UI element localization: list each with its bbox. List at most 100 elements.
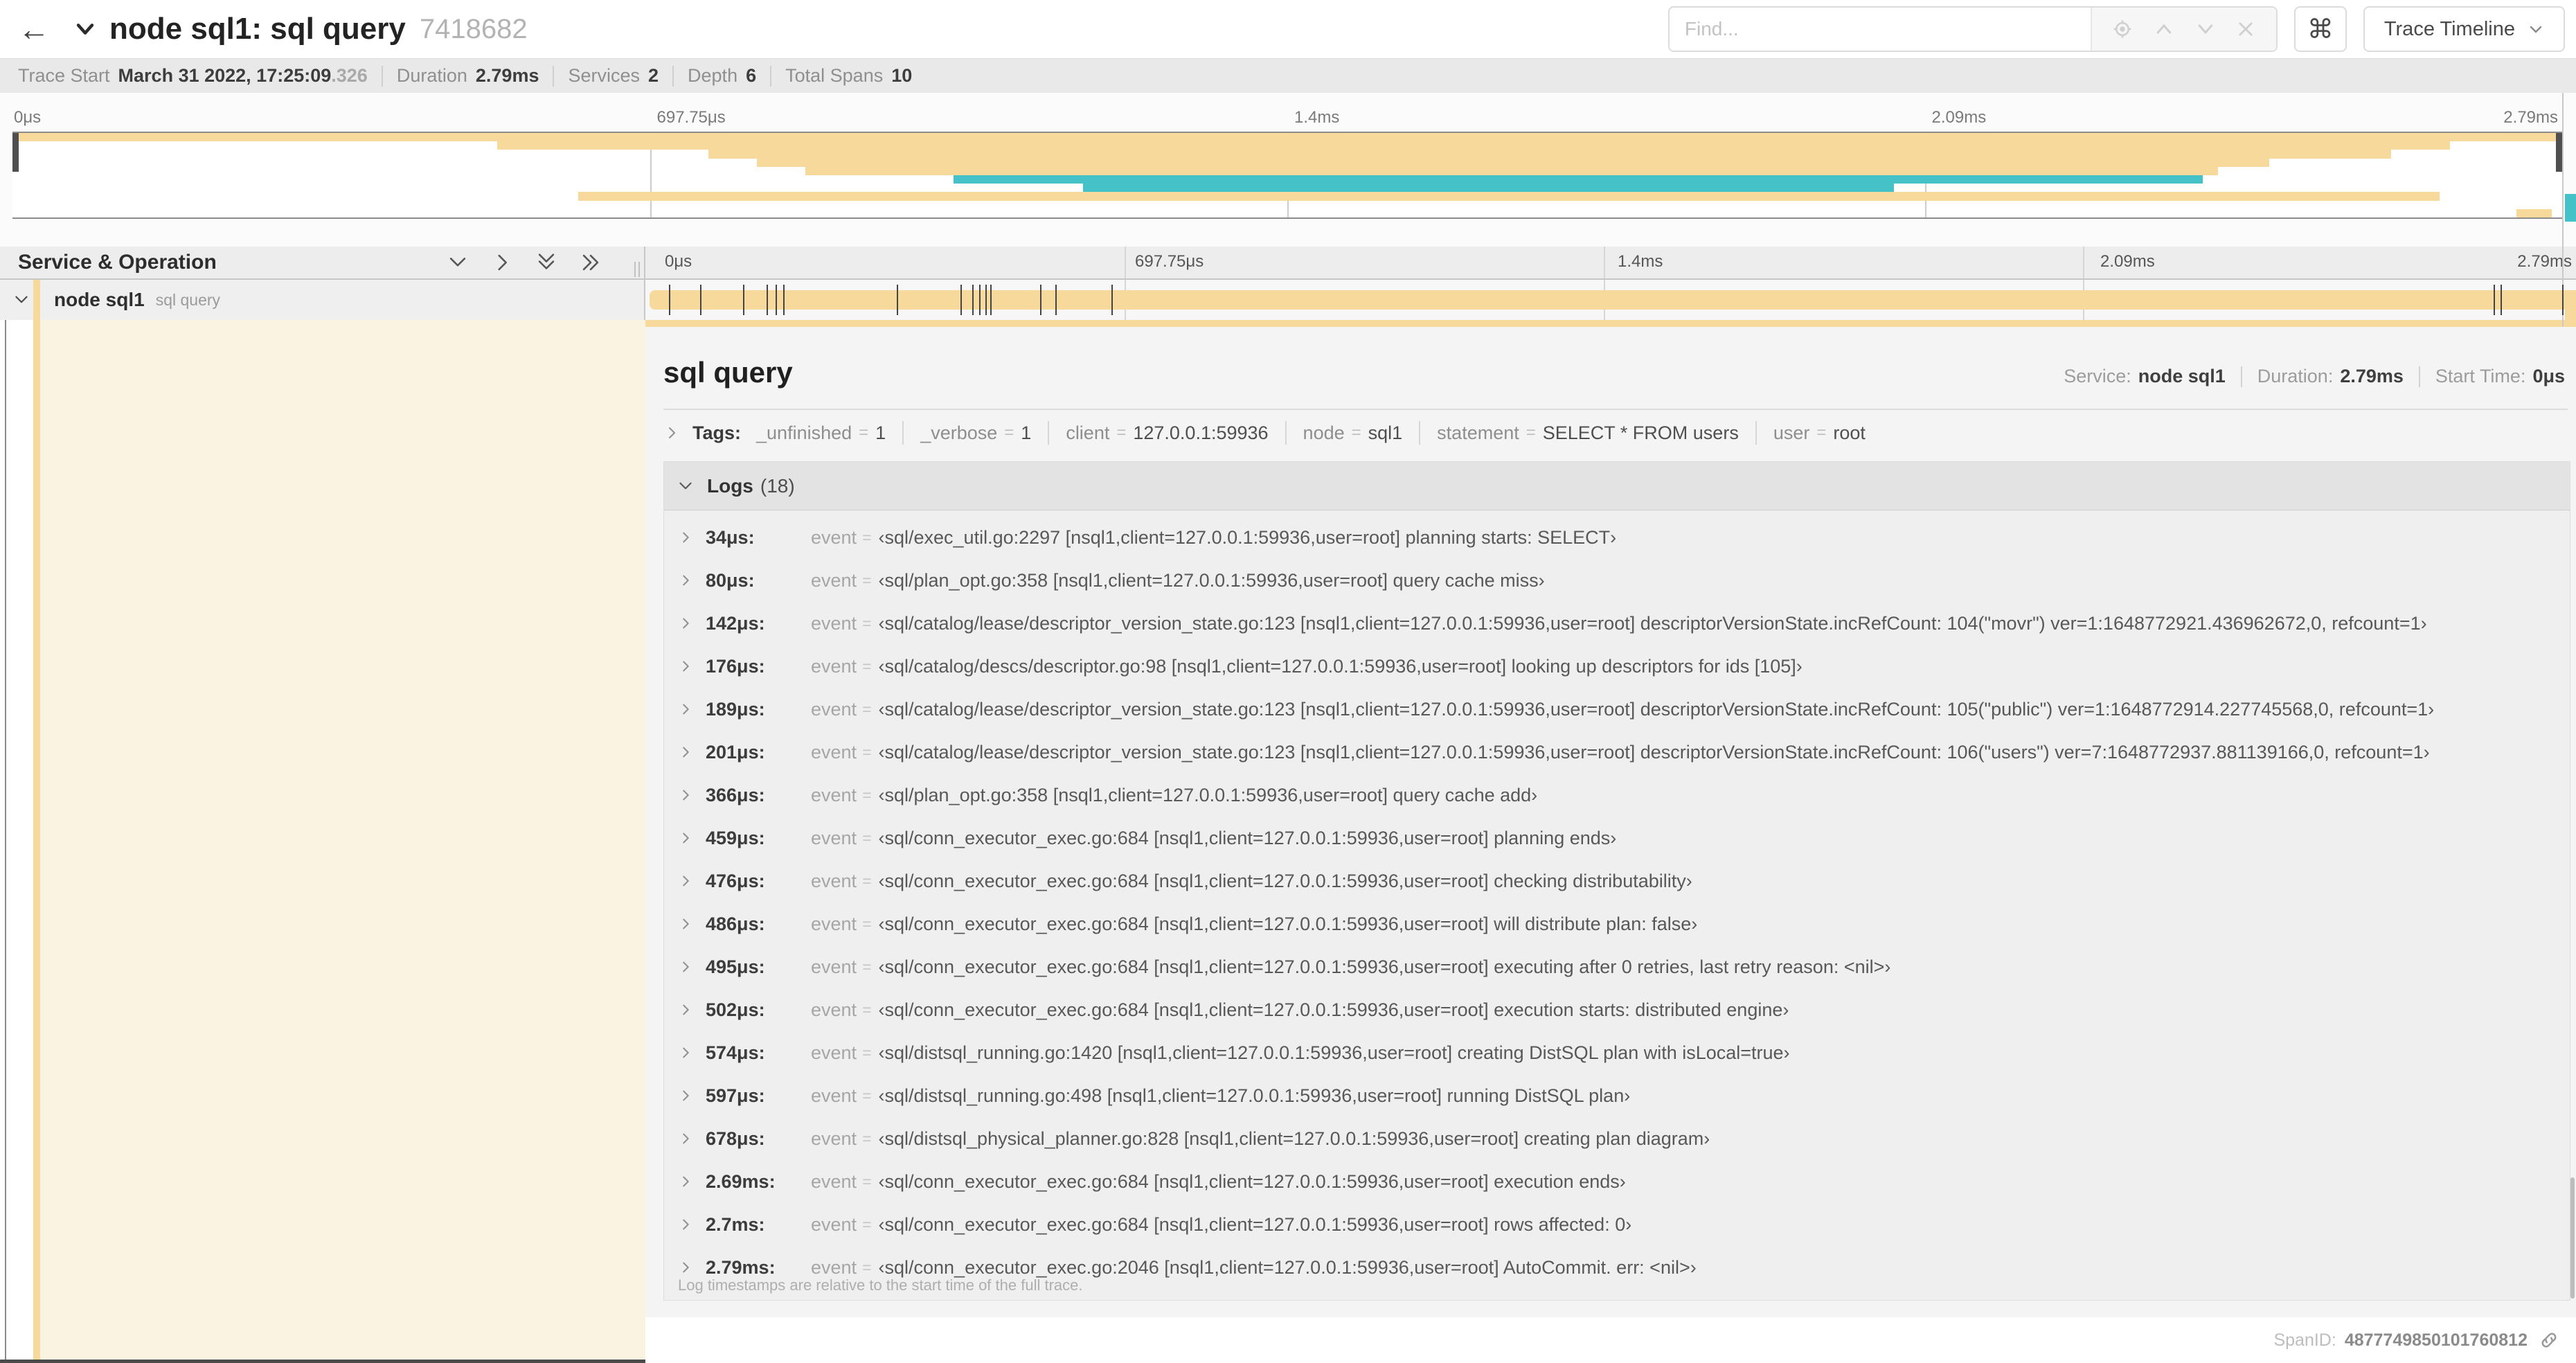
log-marker-tick[interactable] (775, 285, 777, 315)
log-marker-tick[interactable] (1111, 285, 1113, 315)
tag-key: statement (1437, 422, 1519, 443)
tag-item: node = sql1 (1303, 422, 1403, 444)
log-expand-chevron-right-icon[interactable] (678, 702, 693, 717)
log-row[interactable]: 459μs: event = ‹sql/conn_executor_exec.g… (664, 817, 2570, 859)
scrollbar-thumb[interactable] (2570, 1177, 2575, 1299)
log-expand-chevron-right-icon[interactable] (678, 873, 693, 889)
keyboard-shortcuts-button[interactable]: ⌘ (2293, 6, 2347, 52)
log-marker-tick[interactable] (2494, 285, 2496, 315)
log-marker-tick[interactable] (979, 285, 981, 315)
span-row-name-column[interactable]: node sql1 sql query (0, 280, 645, 320)
log-marker-tick[interactable] (972, 285, 974, 315)
log-expand-chevron-right-icon[interactable] (678, 616, 693, 631)
log-row[interactable]: 176μs: event = ‹sql/catalog/descs/descri… (664, 645, 2570, 688)
log-expand-chevron-right-icon[interactable] (678, 830, 693, 846)
span-collapse-chevron-down-icon[interactable] (12, 291, 30, 309)
log-row[interactable]: 2.69ms: event = ‹sql/conn_executor_exec.… (664, 1160, 2570, 1203)
collapse-trace-chevron-icon[interactable] (73, 17, 97, 41)
log-marker-tick[interactable] (668, 285, 670, 315)
log-marker-tick[interactable] (700, 285, 702, 315)
tag-item: statement = SELECT * FROM users (1437, 422, 1739, 444)
span-row-timeline[interactable] (645, 280, 2576, 320)
log-expand-chevron-right-icon[interactable] (678, 659, 693, 674)
collapse-all-double-chevron-down-icon[interactable] (535, 251, 558, 274)
log-equals-sign: = (862, 914, 872, 933)
detail-divider (663, 409, 2568, 410)
log-expand-chevron-right-icon[interactable] (678, 530, 693, 545)
log-row[interactable]: 80μs: event = ‹sql/plan_opt.go:358 [nsql… (664, 559, 2570, 602)
log-row[interactable]: 486μs: event = ‹sql/conn_executor_exec.g… (664, 902, 2570, 945)
logs-collapse-chevron-down-icon[interactable] (677, 477, 695, 495)
log-row[interactable]: 597μs: event = ‹sql/distsql_running.go:4… (664, 1074, 2570, 1117)
log-expand-chevron-right-icon[interactable] (678, 1088, 693, 1103)
expand-one-chevron-right-icon[interactable] (490, 251, 514, 274)
tags-expand-chevron-right-icon[interactable] (663, 425, 680, 441)
deep-link-icon[interactable] (2539, 1330, 2559, 1351)
next-match-chevron-down-icon[interactable] (2195, 19, 2216, 39)
clear-search-x-icon[interactable] (2236, 19, 2255, 39)
log-expand-chevron-right-icon[interactable] (678, 916, 693, 932)
log-row[interactable]: 189μs: event = ‹sql/catalog/lease/descri… (664, 688, 2570, 731)
minimap-left-drag-handle[interactable] (12, 133, 19, 172)
log-expand-chevron-right-icon[interactable] (678, 1131, 693, 1146)
log-expand-chevron-right-icon[interactable] (678, 959, 693, 974)
log-expand-chevron-right-icon[interactable] (678, 1174, 693, 1189)
log-equals-sign: = (862, 657, 872, 675)
log-row[interactable]: 2.7ms: event = ‹sql/conn_executor_exec.g… (664, 1203, 2570, 1246)
log-marker-tick[interactable] (985, 285, 987, 315)
log-marker-tick[interactable] (960, 285, 963, 315)
tag-item: _verbose = 1 (920, 422, 1031, 444)
log-marker-tick[interactable] (1039, 285, 1041, 315)
log-row[interactable]: 201μs: event = ‹sql/catalog/lease/descri… (664, 731, 2570, 774)
log-row[interactable]: 678μs: event = ‹sql/distsql_physical_pla… (664, 1117, 2570, 1160)
log-expand-chevron-right-icon[interactable] (678, 745, 693, 760)
log-marker-tick[interactable] (897, 285, 899, 315)
log-row[interactable]: 574μs: event = ‹sql/distsql_running.go:1… (664, 1031, 2570, 1074)
tag-equals-sign: = (1351, 423, 1361, 442)
prev-match-chevron-up-icon[interactable] (2154, 19, 2174, 39)
log-expand-chevron-right-icon[interactable] (678, 787, 693, 803)
back-arrow-icon[interactable]: ← (18, 13, 50, 45)
find-input[interactable] (1669, 8, 2091, 51)
operation-name: sql query (155, 290, 221, 309)
log-marker-tick[interactable] (990, 285, 992, 315)
log-row[interactable]: 476μs: event = ‹sql/conn_executor_exec.g… (664, 859, 2570, 902)
log-marker-tick[interactable] (1055, 285, 1057, 315)
expand-all-double-chevron-right-icon[interactable] (579, 251, 602, 274)
log-marker-tick[interactable] (783, 285, 785, 315)
span-row[interactable]: node sql1 sql query (0, 280, 2576, 320)
collapse-one-chevron-down-icon[interactable] (446, 251, 469, 274)
log-marker-tick[interactable] (766, 285, 768, 315)
log-row[interactable]: 34μs: event = ‹sql/exec_util.go:2297 [ns… (664, 516, 2570, 559)
log-marker-tick[interactable] (2562, 285, 2564, 315)
log-expand-chevron-right-icon[interactable] (678, 1260, 693, 1275)
span-duration-bar[interactable] (650, 290, 2573, 310)
log-expand-chevron-right-icon[interactable] (678, 1217, 693, 1232)
column-resize-grip[interactable] (634, 262, 640, 277)
log-row[interactable]: 502μs: event = ‹sql/conn_executor_exec.g… (664, 988, 2570, 1031)
timeline-ruler: 0μs 697.75μs 1.4ms 2.09ms 2.79ms (645, 247, 2576, 278)
log-equals-sign: = (862, 700, 872, 718)
logs-header[interactable]: Logs (18) (664, 462, 2570, 510)
log-expand-chevron-right-icon[interactable] (678, 1045, 693, 1060)
minimap-canvas[interactable] (12, 132, 2562, 219)
log-timestamp: 2.79ms: (706, 1256, 776, 1278)
locate-icon[interactable] (2112, 19, 2133, 39)
trace-summary-bar: Trace Start March 31 2022, 17:25:09 .326… (0, 58, 2576, 93)
log-equals-sign: = (862, 1086, 872, 1105)
log-field-key: event (811, 655, 857, 677)
log-marker-tick[interactable] (742, 285, 744, 315)
log-marker-tick[interactable] (2501, 285, 2503, 315)
log-expand-chevron-right-icon[interactable] (678, 573, 693, 588)
trace-view-dropdown[interactable]: Trace Timeline (2363, 6, 2565, 52)
overview-value: 0μs (2532, 366, 2565, 386)
tags-row[interactable]: Tags: _unfinished = 1 _verbose = 1 client = 127.… (663, 421, 2576, 445)
log-timestamp: 476μs: (706, 870, 765, 891)
log-row[interactable]: 495μs: event = ‹sql/conn_executor_exec.g… (664, 945, 2570, 988)
minimap-right-drag-handle[interactable] (2556, 133, 2562, 172)
log-row[interactable]: 142μs: event = ‹sql/catalog/lease/descri… (664, 602, 2570, 645)
log-field-key: event (811, 1170, 857, 1192)
log-expand-chevron-right-icon[interactable] (678, 1002, 693, 1017)
log-row[interactable]: 366μs: event = ‹sql/plan_opt.go:358 [nsq… (664, 774, 2570, 817)
ruler-tick-label: 1.4ms (1294, 108, 1340, 127)
